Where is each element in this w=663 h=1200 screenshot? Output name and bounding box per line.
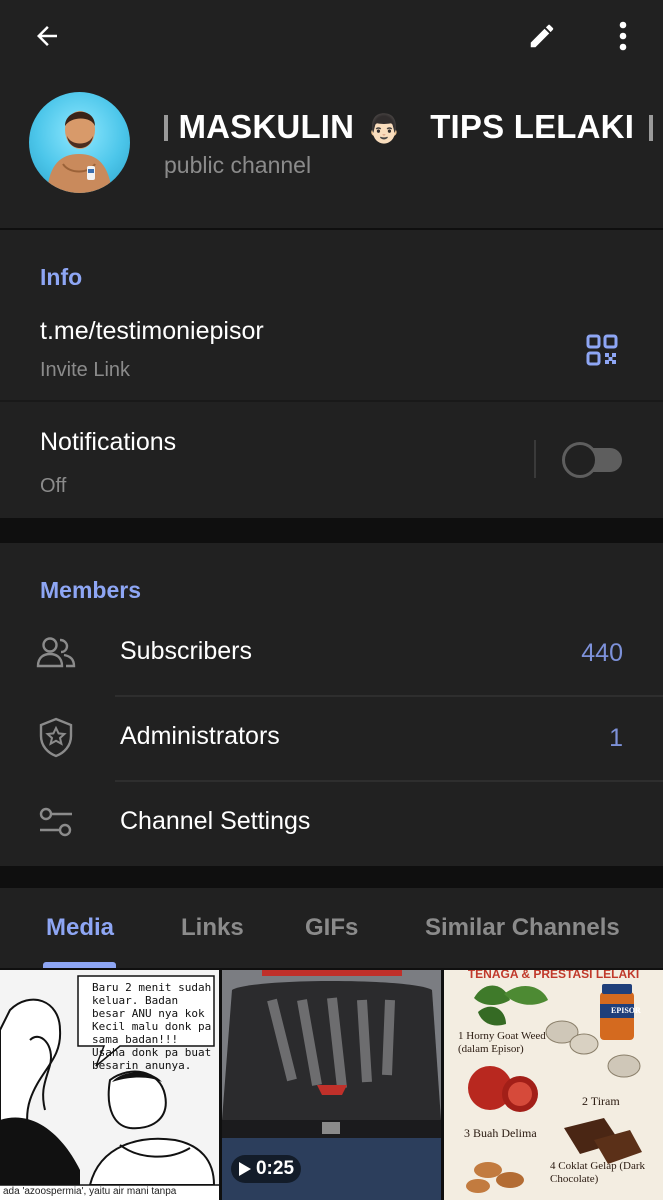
back-button[interactable] bbox=[24, 14, 70, 58]
toggle-divider bbox=[534, 440, 536, 478]
notifications-label: Notifications bbox=[40, 428, 177, 456]
comic-speech-text: Baru 2 menit sudah keluar. Badan besar A… bbox=[92, 981, 212, 1072]
tab-media[interactable]: Media bbox=[46, 914, 114, 942]
tab-similar-channels[interactable]: Similar Channels bbox=[425, 914, 620, 942]
media-thumbnail-comic[interactable]: Baru 2 menit sudah keluar. Badan besar A… bbox=[0, 970, 219, 1200]
qr-code-button[interactable] bbox=[580, 328, 624, 372]
more-vertical-icon bbox=[619, 21, 627, 51]
poster-item-1: 1 Horny Goat Weed (dalam Episor) bbox=[458, 1030, 546, 1055]
tab-links[interactable]: Links bbox=[181, 914, 244, 942]
subscribers-label: Subscribers bbox=[120, 637, 252, 665]
administrators-label: Administrators bbox=[120, 722, 280, 750]
poster-item-3: 3 Buah Delima bbox=[464, 1126, 537, 1140]
channel-settings-label: Channel Settings bbox=[120, 807, 311, 835]
title-left-text: MASKULIN bbox=[178, 108, 355, 145]
notifications-status: Off bbox=[40, 475, 67, 497]
qr-code-icon bbox=[586, 334, 618, 366]
sliders-icon bbox=[39, 807, 72, 837]
members-section-title: Members bbox=[40, 577, 141, 603]
title-bar-glyph bbox=[164, 115, 168, 141]
poster-item-4: 4 Coklat Gelap (Dark Chocolate) bbox=[550, 1160, 645, 1185]
avatar-image bbox=[47, 111, 112, 193]
title-bar-glyph bbox=[648, 115, 653, 141]
channel-avatar[interactable] bbox=[29, 92, 130, 193]
video-duration-badge: 0:25 bbox=[231, 1155, 301, 1183]
poster-item-2: 2 Tiram bbox=[582, 1094, 620, 1108]
people-icon bbox=[36, 637, 76, 668]
video-duration: 0:25 bbox=[255, 1158, 295, 1179]
comic-caption: ada 'azoospermia', yaitu air mani tanpa bbox=[3, 1186, 177, 1197]
toggle-knob[interactable] bbox=[562, 442, 598, 478]
active-tab-indicator bbox=[43, 962, 116, 968]
subscribers-count: 440 bbox=[581, 639, 623, 667]
channel-title: MASKULIN 👨🏻 TIPS LELAKI bbox=[164, 108, 663, 152]
more-button[interactable] bbox=[604, 14, 642, 58]
administrators-count: 1 bbox=[609, 724, 623, 752]
edit-button[interactable] bbox=[520, 14, 564, 58]
channel-settings-row[interactable] bbox=[0, 782, 663, 866]
info-section-title: Info bbox=[40, 264, 83, 290]
media-thumbnail-poster[interactable]: TENAGA & PRESTASI LELAKI EPISOR 1 Horny … bbox=[444, 970, 663, 1200]
title-right-text: TIPS LELAKI bbox=[430, 108, 635, 145]
pencil-icon bbox=[530, 24, 554, 48]
play-icon bbox=[238, 1162, 251, 1176]
invite-link-text[interactable]: t.me/testimoniepisor bbox=[40, 317, 264, 346]
shield-star-icon bbox=[39, 717, 73, 758]
invite-link-caption: Invite Link bbox=[40, 359, 131, 381]
title-emoji: 👨🏻 bbox=[366, 113, 402, 144]
channel-subtitle: public channel bbox=[164, 152, 312, 178]
poster-bottle-label: EPISOR bbox=[611, 1006, 641, 1015]
arrow-left-icon bbox=[37, 26, 57, 46]
tab-gifs[interactable]: GIFs bbox=[305, 914, 358, 942]
